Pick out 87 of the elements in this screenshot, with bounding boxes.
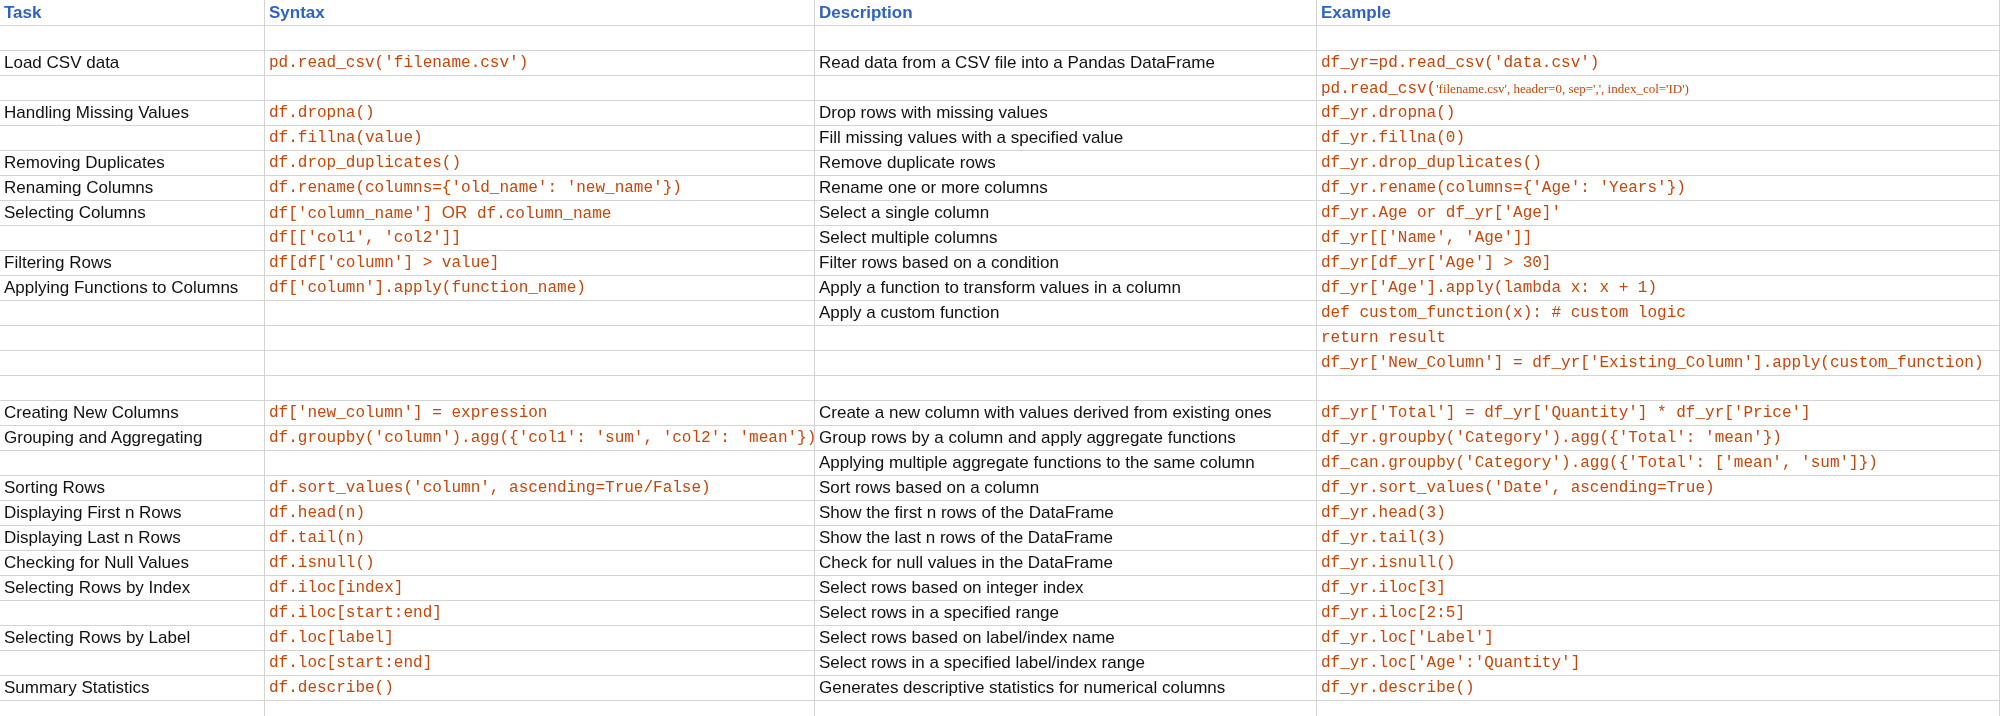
table-cell: df_yr.loc['Age':'Quantity'] — [1321, 654, 1581, 672]
table-cell: df_yr[df_yr['Age'] > 30] — [1321, 254, 1552, 272]
table-cell: df_yr['Age'].apply(lambda x: x + 1) — [1321, 279, 1658, 297]
table-cell: Sorting Rows — [4, 478, 106, 498]
column-header: Task — [4, 2, 42, 23]
table-cell: Fill missing values with a specified value — [819, 128, 1124, 148]
table-cell: Applying Functions to Columns — [4, 278, 239, 298]
table-cell: Checking for Null Values — [4, 553, 189, 573]
table-cell: df[df['column'] > value] — [269, 254, 500, 272]
table-cell: Displaying First n Rows — [4, 503, 182, 523]
table-cell: df_yr.Age or df_yr['Age]' — [1321, 204, 1562, 222]
table-cell: df['column'].apply(function_name) — [269, 279, 586, 297]
table-cell: Removing Duplicates — [4, 153, 165, 173]
table-cell: Read data from a CSV file into a Pandas DataFrame — [819, 53, 1215, 73]
table-cell: df.dropna() — [269, 104, 375, 122]
table-cell: df_yr.dropna() — [1321, 104, 1456, 122]
table-cell: Selecting Columns — [4, 203, 146, 223]
table-cell: df.tail(n) — [269, 529, 365, 547]
table-cell: df_yr.isnull() — [1321, 554, 1456, 572]
table-cell: df.isnull() — [269, 554, 375, 572]
table-cell: df_yr.rename(columns={'Age': 'Years'}) — [1321, 179, 1686, 197]
table-cell: Apply a function to transform values in a column — [819, 278, 1181, 298]
table-cell: Load CSV data — [4, 53, 120, 73]
table-cell: Show the last n rows of the DataFrame — [819, 528, 1113, 548]
table-cell: df.loc[label] — [269, 629, 394, 647]
table-cell: df_yr[['Name', 'Age']] — [1321, 229, 1533, 247]
table-cell: Select rows based on label/index name — [819, 628, 1115, 648]
column-header: Syntax — [269, 2, 325, 23]
table-cell: Summary Statistics — [4, 678, 150, 698]
table-cell-text: pd.read_csv('filename.csv', header=0, sep=',', index_col='ID') — [1321, 79, 1689, 98]
table-cell: df_yr.groupby('Category').agg({'Total': 'mean'}) — [1321, 429, 1782, 447]
table-cell: Handling Missing Values — [4, 103, 189, 123]
table-cell: df_yr.head(3) — [1321, 504, 1446, 522]
table-cell: df_yr.iloc[3] — [1321, 579, 1446, 597]
table-cell: df.sort_values('column', ascending=True/False) — [269, 479, 711, 497]
table-cell: df.drop_duplicates() — [269, 154, 462, 172]
table-cell: Sort rows based on a column — [819, 478, 1040, 498]
table-cell: pd.read_csv('filename.csv') — [269, 54, 529, 72]
table-cell: Check for null values in the DataFrame — [819, 553, 1113, 573]
table-cell: Select rows in a specified range — [819, 603, 1060, 623]
table-cell: Remove duplicate rows — [819, 153, 996, 173]
table-cell: df_yr.loc['Label'] — [1321, 629, 1494, 647]
column-header: Description — [819, 2, 913, 23]
table-cell: Group rows by a column and apply aggregate functions — [819, 428, 1236, 448]
table-cell: df.loc[start:end] — [269, 654, 433, 672]
table-cell: Create a new column with values derived from existing ones — [819, 403, 1272, 423]
table-cell: df.iloc[index] — [269, 579, 404, 597]
table-cell: Show the first n rows of the DataFrame — [819, 503, 1114, 523]
table-cell: Select rows in a specified label/index range — [819, 653, 1146, 673]
table-cell: Apply a custom function — [819, 303, 1000, 323]
table-cell: df_yr.sort_values('Date', ascending=True) — [1321, 479, 1715, 497]
table-cell: Filtering Rows — [4, 253, 112, 273]
table-cell: df_yr.fillna(0) — [1321, 129, 1466, 147]
table-cell: Applying multiple aggregate functions to the same column — [819, 453, 1255, 473]
table-cell: df.iloc[start:end] — [269, 604, 442, 622]
table-cell: df_yr['New_Column'] = df_yr['Existing_Column'].apply(custom_function) — [1321, 354, 1984, 372]
table-cell: Generates descriptive statistics for numerical columns — [819, 678, 1226, 698]
table-cell: return result — [1321, 329, 1446, 347]
table-cell: df.head(n) — [269, 504, 365, 522]
table-cell: Rename one or more columns — [819, 178, 1048, 198]
table-cell: def custom_function(x): # custom logic — [1321, 304, 1686, 322]
table-cell: Select a single column — [819, 203, 990, 223]
table-cell: df['column_name'] OR df.column_name — [269, 203, 612, 223]
table-cell: df.groupby('column').agg({'col1': 'sum', 'col2': 'mean'}) — [269, 429, 814, 447]
table-cell: Creating New Columns — [4, 403, 179, 423]
table-cell: Select rows based on integer index — [819, 578, 1084, 598]
table-cell: df_yr.describe() — [1321, 679, 1475, 697]
table-cell: df.rename(columns={'old_name': 'new_name'}) — [269, 179, 682, 197]
table-cell: df[['col1', 'col2']] — [269, 229, 462, 247]
table-cell: df_yr.iloc[2:5] — [1321, 604, 1466, 622]
table-cell: Grouping and Aggregating — [4, 428, 203, 448]
table-cell: df['new_column'] = expression — [269, 404, 548, 422]
table-cell: df_yr.tail(3) — [1321, 529, 1446, 547]
table-cell: df_yr=pd.read_csv('data.csv') — [1321, 54, 1600, 72]
table-cell: Selecting Rows by Label — [4, 628, 191, 648]
table-cell: df_yr['Total'] = df_yr['Quantity'] * df_yr['Price'] — [1321, 404, 1811, 422]
table-cell: df.fillna(value) — [269, 129, 423, 147]
table-cell: Select multiple columns — [819, 228, 998, 248]
table-cell: Displaying Last n Rows — [4, 528, 181, 548]
table-cell: df.describe() — [269, 679, 394, 697]
table-cell: Drop rows with missing values — [819, 103, 1048, 123]
table-cell: Selecting Rows by Index — [4, 578, 191, 598]
table-cell: df_can.groupby('Category').agg({'Total': ['mean', 'sum']}) — [1321, 454, 1878, 472]
table-cell: Renaming Columns — [4, 178, 154, 198]
table-cell: df_yr.drop_duplicates() — [1321, 154, 1542, 172]
column-header: Example — [1321, 2, 1391, 23]
table-cell: Filter rows based on a condition — [819, 253, 1060, 273]
